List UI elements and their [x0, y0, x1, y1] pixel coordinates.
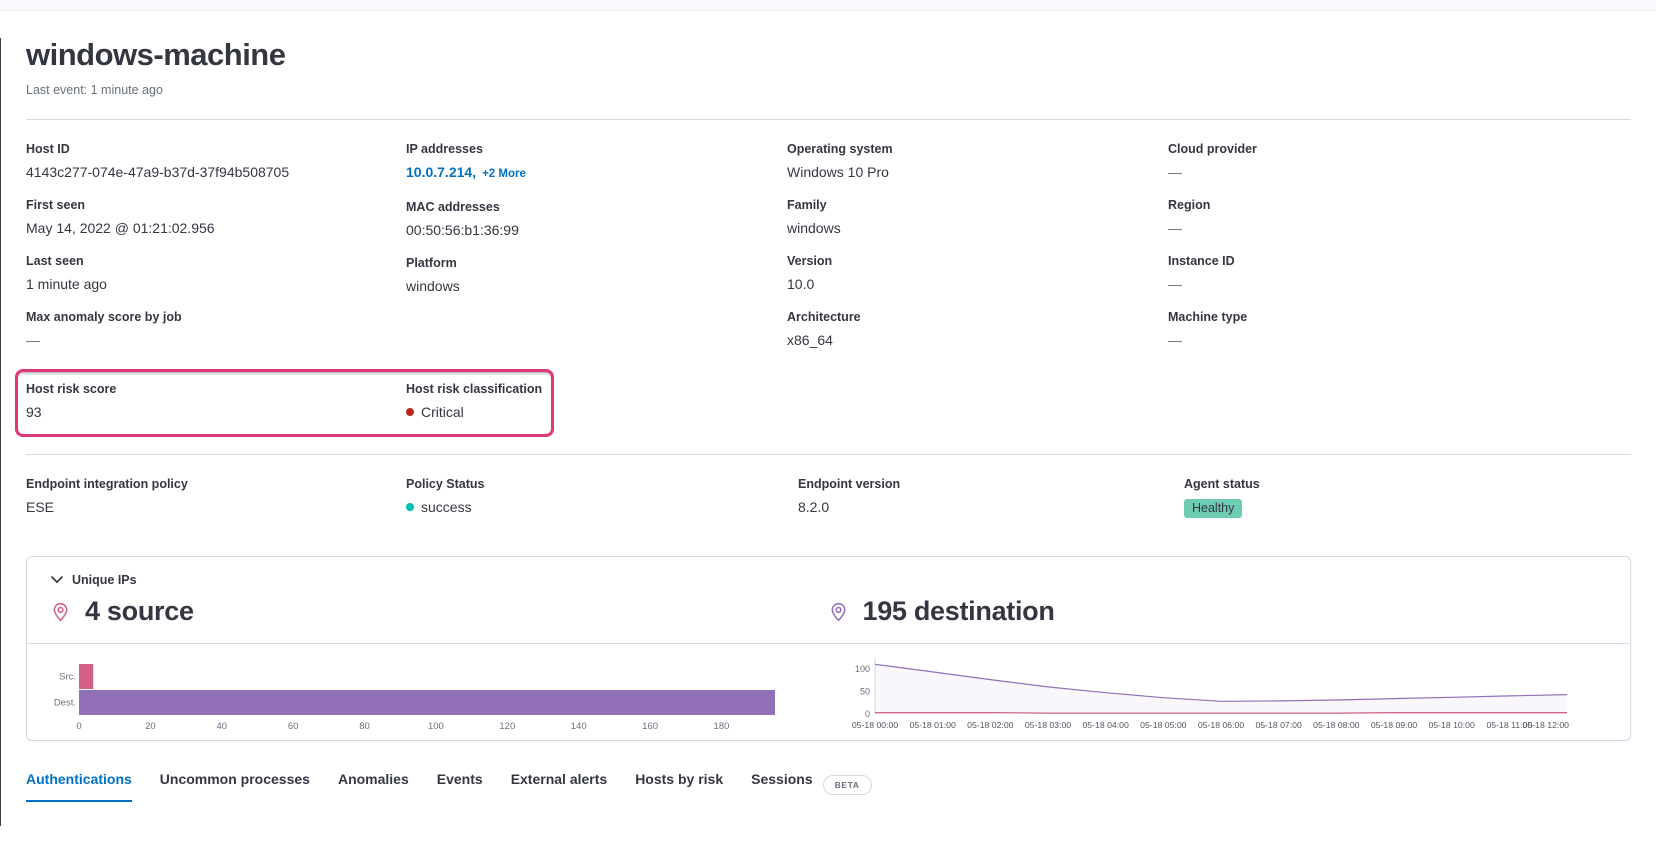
host-risk-score-value: 93 — [26, 402, 406, 423]
host-detail-tabs: Authentications Uncommon processes Anoma… — [26, 771, 1631, 802]
field-endpoint-version: Endpoint version 8.2.0 — [798, 476, 1184, 518]
beta-badge: BETA — [823, 775, 872, 795]
tab-external-alerts[interactable]: External alerts — [511, 771, 608, 800]
ip-more-link[interactable]: +2 More — [482, 168, 526, 180]
field-agent-status: Agent status Healthy — [1184, 476, 1631, 518]
unique-ips-panel: Unique IPs 4 source 195 destination — [26, 556, 1631, 741]
destination-ips-count: 195 destination — [863, 596, 1055, 627]
field-architecture: Architecture x86_64 — [787, 309, 1168, 351]
host-risk-highlight-box: Host risk score 93 Host risk classificat… — [15, 369, 554, 437]
svg-text:120: 120 — [499, 721, 515, 732]
chevron-down-icon — [51, 576, 63, 584]
tab-events[interactable]: Events — [437, 771, 483, 800]
field-platform: Platform windows — [406, 255, 787, 297]
divider — [26, 454, 1631, 455]
source-ips-count: 4 source — [85, 596, 194, 627]
unique-ips-toggle[interactable]: Unique IPs — [51, 573, 137, 587]
source-ips-stat: 4 source — [51, 596, 829, 627]
svg-text:0: 0 — [76, 721, 81, 732]
svg-text:40: 40 — [216, 721, 227, 732]
field-region: Region — — [1168, 197, 1631, 239]
svg-text:80: 80 — [359, 721, 370, 732]
svg-text:05-18 08:00: 05-18 08:00 — [1313, 720, 1360, 730]
svg-text:05-18 01:00: 05-18 01:00 — [909, 720, 956, 730]
svg-text:05-18 00:00: 05-18 00:00 — [851, 720, 898, 730]
svg-text:180: 180 — [714, 721, 730, 732]
svg-text:05-18 02:00: 05-18 02:00 — [967, 720, 1014, 730]
field-mac-addresses: MAC addresses 00:50:56:b1:36:99 — [406, 199, 787, 241]
map-pin-icon — [51, 601, 70, 623]
field-first-seen: First seen May 14, 2022 @ 01:21:02.956 — [26, 197, 406, 239]
map-pin-icon — [829, 601, 848, 623]
overview-column-3: Operating system Windows 10 Pro Family w… — [787, 141, 1168, 365]
svg-text:100: 100 — [854, 664, 869, 674]
svg-text:60: 60 — [288, 721, 299, 732]
svg-text:05-18 05:00: 05-18 05:00 — [1140, 720, 1187, 730]
svg-text:50: 50 — [859, 686, 869, 696]
host-overview-grid: Host ID 4143c277-074e-47a9-b37d-37f94b50… — [26, 141, 1631, 365]
svg-text:160: 160 — [642, 721, 658, 732]
svg-text:140: 140 — [571, 721, 587, 732]
ip-address-link[interactable]: 10.0.7.214, — [406, 164, 476, 180]
field-last-seen: Last seen 1 minute ago — [26, 253, 406, 295]
svg-text:05-18 10:00: 05-18 10:00 — [1428, 720, 1475, 730]
browser-edge-strip — [0, 0, 1656, 11]
field-version: Version 10.0 — [787, 253, 1168, 295]
svg-text:100: 100 — [428, 721, 444, 732]
svg-text:Dest.: Dest. — [54, 698, 76, 709]
field-machine-type: Machine type — — [1168, 309, 1631, 351]
tab-sessions[interactable]: Sessions — [751, 771, 812, 800]
field-instance-id: Instance ID — — [1168, 253, 1631, 295]
field-max-anomaly-score: Max anomaly score by job — — [26, 309, 406, 351]
field-endpoint-policy: Endpoint integration policy ESE — [26, 476, 406, 518]
svg-text:05-18 07:00: 05-18 07:00 — [1255, 720, 1302, 730]
overview-column-1: Host ID 4143c277-074e-47a9-b37d-37f94b50… — [26, 141, 406, 365]
tab-hosts-by-risk[interactable]: Hosts by risk — [635, 771, 723, 800]
divider — [26, 119, 1631, 120]
field-host-risk-score: Host risk score 93 — [26, 381, 406, 423]
svg-text:05-18 06:00: 05-18 06:00 — [1197, 720, 1244, 730]
svg-text:05-18 04:00: 05-18 04:00 — [1082, 720, 1129, 730]
healthy-status-badge: Healthy — [1184, 499, 1242, 518]
unique-ips-time-chart: 0 50 100 05-18 00:00 05-18 01:00 05-18 02:00 0… — [841, 654, 1607, 736]
unique-ips-bar-chart: Src. Dest. 0 20 40 60 80 100 120 140 160 180 — [51, 654, 817, 736]
svg-text:05-18 12:00: 05-18 12:00 — [1522, 720, 1569, 730]
destination-ips-stat: 195 destination — [829, 596, 1607, 627]
critical-risk-dot-icon — [406, 408, 414, 416]
panel-divider — [27, 643, 1630, 644]
overview-column-2: IP addresses 10.0.7.214,+2 More MAC addr… — [406, 141, 787, 365]
tab-anomalies[interactable]: Anomalies — [338, 771, 409, 800]
field-operating-system: Operating system Windows 10 Pro — [787, 141, 1168, 183]
field-family: Family windows — [787, 197, 1168, 239]
svg-text:Src.: Src. — [59, 672, 76, 683]
overview-column-4: Cloud provider — Region — Instance ID — … — [1168, 141, 1631, 365]
tab-uncommon-processes[interactable]: Uncommon processes — [160, 771, 310, 800]
svg-text:05-18 09:00: 05-18 09:00 — [1370, 720, 1417, 730]
svg-text:20: 20 — [145, 721, 156, 732]
endpoint-info-grid: Endpoint integration policy ESE Policy S… — [26, 476, 1631, 532]
unique-ips-counts: 4 source 195 destination — [51, 596, 1606, 627]
last-event-text: Last event: 1 minute ago — [26, 83, 1631, 97]
success-status-dot-icon — [406, 503, 414, 511]
field-policy-status: Policy Status success — [406, 476, 798, 518]
svg-text:0: 0 — [864, 709, 869, 719]
host-details-page: windows-machine Last event: 1 minute ago… — [0, 0, 1656, 865]
page-title: windows-machine — [26, 38, 1631, 72]
host-risk-classification-value: Critical — [421, 404, 464, 420]
field-cloud-provider: Cloud provider — — [1168, 141, 1631, 183]
field-host-id: Host ID 4143c277-074e-47a9-b37d-37f94b50… — [26, 141, 406, 183]
tab-authentications[interactable]: Authentications — [26, 771, 132, 802]
svg-text:05-18 03:00: 05-18 03:00 — [1024, 720, 1071, 730]
field-ip-addresses: IP addresses 10.0.7.214,+2 More — [406, 141, 787, 185]
unique-ips-title: Unique IPs — [72, 573, 137, 587]
field-host-risk-classification: Host risk classification Critical — [406, 381, 551, 423]
